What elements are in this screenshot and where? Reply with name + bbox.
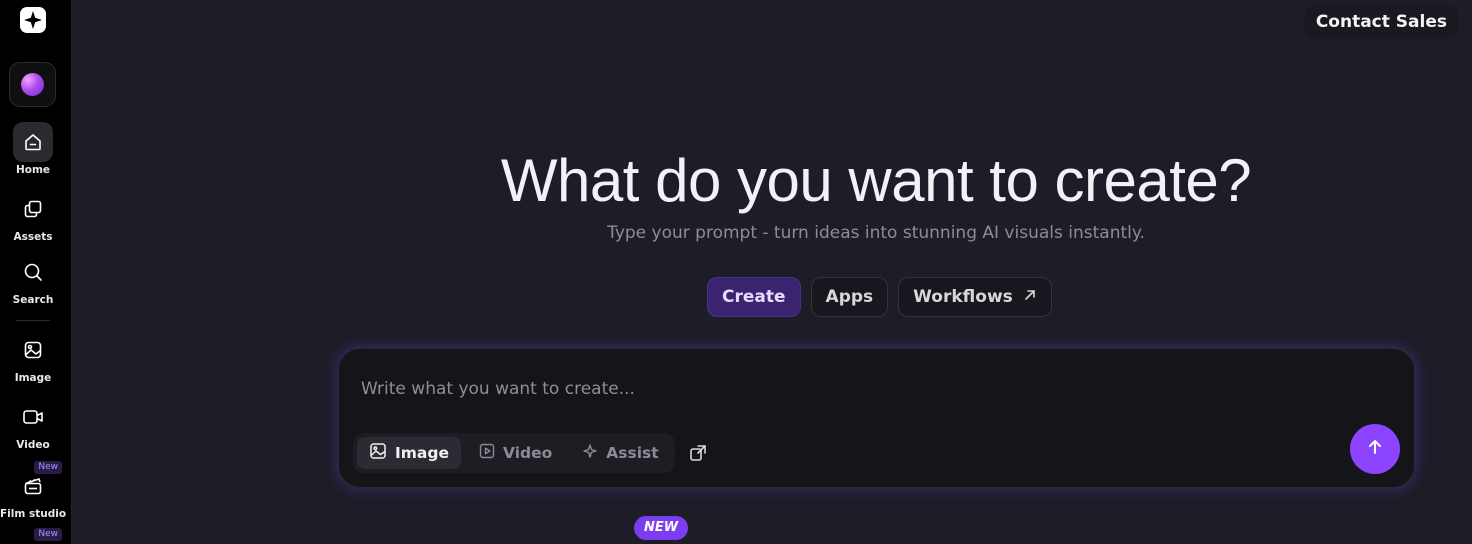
sidebar-item-home[interactable]: Home [0, 122, 66, 176]
send-button[interactable] [1350, 424, 1400, 474]
tab-apps[interactable]: Apps [810, 277, 889, 317]
tab-label: Workflows [913, 287, 1013, 307]
sparkle-icon [582, 443, 598, 463]
sidebar-item-search[interactable]: Search [0, 252, 66, 306]
avatar-button[interactable] [9, 62, 56, 107]
prompt-composer: Image Video Assist [338, 348, 1415, 488]
tab-label: Apps [825, 287, 874, 307]
prompt-input[interactable] [361, 375, 1261, 403]
sidebar-item-label: Search [12, 294, 54, 306]
contact-sales-button[interactable]: Contact Sales [1304, 6, 1458, 38]
page-title: What do you want to create? [500, 147, 1252, 214]
attach-button[interactable] [687, 442, 711, 466]
page-subtitle: Type your prompt - turn ideas into stunn… [607, 223, 1145, 243]
tab-workflows[interactable]: Workflows [898, 277, 1052, 317]
film-studio-new-badge: New [34, 528, 62, 541]
image-icon [369, 442, 387, 464]
sidebar-item-label: Home [15, 164, 51, 176]
sidebar-item-label: Film studio [0, 508, 67, 520]
sidebar-item-assets[interactable]: Assets [0, 189, 66, 243]
tab-create[interactable]: Create [707, 277, 801, 317]
video-icon [13, 397, 53, 437]
type-label: Image [395, 444, 449, 462]
type-label: Assist [606, 444, 659, 462]
avatar [21, 73, 44, 96]
assets-icon [13, 189, 53, 229]
sidebar-divider [16, 320, 50, 321]
arrow-up-icon [1365, 437, 1385, 461]
sidebar-item-label: Assets [13, 231, 53, 243]
mode-tabs: Create Apps Workflows [707, 277, 1052, 317]
sidebar-item-label: Image [14, 372, 52, 384]
arrow-up-right-icon [1023, 287, 1037, 307]
type-image-button[interactable]: Image [357, 437, 461, 469]
generation-type-selector: Image Video Assist [353, 433, 675, 473]
image-icon [13, 330, 53, 370]
type-label: Video [503, 444, 553, 462]
share-icon [688, 441, 710, 467]
tab-label: Create [722, 287, 786, 307]
sidebar: Home Assets Search Image Video New Film … [0, 0, 72, 544]
type-video-button[interactable]: Video [467, 437, 564, 469]
home-icon [13, 122, 53, 162]
sidebar-item-video[interactable]: Video [0, 397, 66, 451]
type-assist-button[interactable]: Assist [570, 437, 670, 469]
sidebar-item-image[interactable]: Image [0, 330, 66, 384]
new-badge: NEW [634, 516, 688, 540]
app-root: Home Assets Search Image Video New Film … [0, 0, 1472, 544]
sidebar-item-label: Video [16, 439, 50, 451]
search-icon [13, 252, 53, 292]
clapperboard-icon [13, 466, 53, 506]
sidebar-item-film-studio[interactable]: Film studio [0, 466, 66, 520]
brand-logo-icon[interactable] [19, 6, 47, 34]
video-icon [479, 443, 495, 463]
